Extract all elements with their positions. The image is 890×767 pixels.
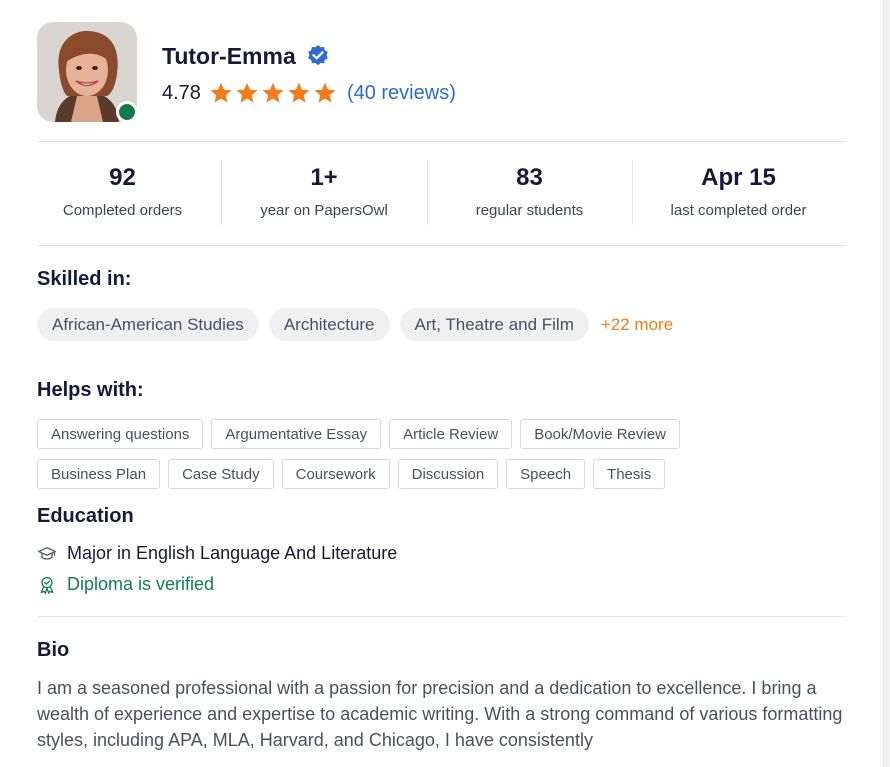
help-tag[interactable]: Coursework — [281, 459, 390, 489]
helps-with-title: Helps with: — [37, 379, 144, 401]
online-status-dot — [116, 101, 138, 123]
divider — [37, 245, 845, 246]
scrollbar[interactable] — [883, 0, 890, 767]
award-badge-icon — [40, 576, 54, 594]
help-tag[interactable]: Discussion — [397, 459, 499, 489]
stats-row: 92 Completed orders 1+ year on PapersOwl… — [37, 142, 845, 245]
major-text: Major in English Language And Literature — [67, 543, 398, 563]
tutor-name: Tutor-Emma — [162, 42, 296, 69]
help-tag[interactable]: Book/Movie Review — [520, 419, 680, 449]
stat-label: last completed order — [670, 202, 807, 219]
skill-pill[interactable]: Architecture — [268, 308, 390, 341]
more-skills-link[interactable]: +22 more — [601, 315, 673, 335]
stat-value: 92 — [109, 164, 136, 191]
star-icon — [262, 82, 284, 103]
stat-label: regular students — [475, 202, 584, 219]
skill-pill[interactable]: African-American Studies — [37, 308, 259, 341]
skilled-in-title: Skilled in: — [37, 268, 132, 290]
divider — [37, 616, 845, 617]
stat-completed-orders: 92 Completed orders — [37, 142, 208, 245]
bio-text: I am a seasoned professional with a pass… — [37, 678, 843, 750]
rating-stars — [209, 81, 339, 105]
skill-pill[interactable]: Art, Theatre and Film — [399, 308, 589, 341]
stat-label: Completed orders — [62, 202, 183, 219]
stat-regular-students: 83 regular students — [427, 142, 632, 245]
help-tag[interactable]: Article Review — [389, 419, 513, 449]
star-icon — [314, 82, 336, 103]
stat-value: 83 — [516, 164, 543, 191]
helps-with-list: Answering questions Argumentative Essay … — [37, 419, 757, 499]
stat-label: year on PapersOwl — [260, 202, 388, 219]
stat-value: Apr 15 — [701, 164, 776, 191]
help-tag[interactable]: Speech — [506, 459, 586, 489]
reviews-link[interactable]: (40 reviews) — [347, 82, 456, 105]
diploma-verified: Diploma is verified — [37, 574, 845, 595]
education-title: Education — [37, 505, 134, 527]
help-tag[interactable]: Thesis — [593, 459, 666, 489]
star-icon — [210, 82, 232, 103]
stat-years: 1+ year on PapersOwl — [221, 142, 427, 245]
tutor-profile-card: Tutor-Emma 4.78 (40 reviews) 92 Complete… — [37, 22, 845, 753]
help-tag[interactable]: Business Plan — [37, 459, 161, 489]
avatar — [37, 22, 138, 123]
stat-last-order: Apr 15 last completed order — [632, 142, 845, 245]
profile-header: Tutor-Emma 4.78 (40 reviews) — [37, 22, 845, 123]
stat-value: 1+ — [310, 164, 338, 191]
verified-badge-icon — [307, 45, 328, 66]
bio-title: Bio — [37, 639, 70, 661]
graduation-cap-icon — [38, 546, 56, 560]
skills-list: African-American Studies Architecture Ar… — [37, 308, 845, 341]
diploma-text: Diploma is verified — [67, 574, 215, 594]
education-major: Major in English Language And Literature — [37, 543, 845, 564]
help-tag[interactable]: Answering questions — [37, 419, 204, 449]
help-tag[interactable]: Argumentative Essay — [211, 419, 382, 449]
help-tag[interactable]: Case Study — [168, 459, 274, 489]
rating-value: 4.78 — [162, 81, 201, 104]
star-icon — [288, 82, 310, 103]
star-icon — [236, 82, 258, 103]
